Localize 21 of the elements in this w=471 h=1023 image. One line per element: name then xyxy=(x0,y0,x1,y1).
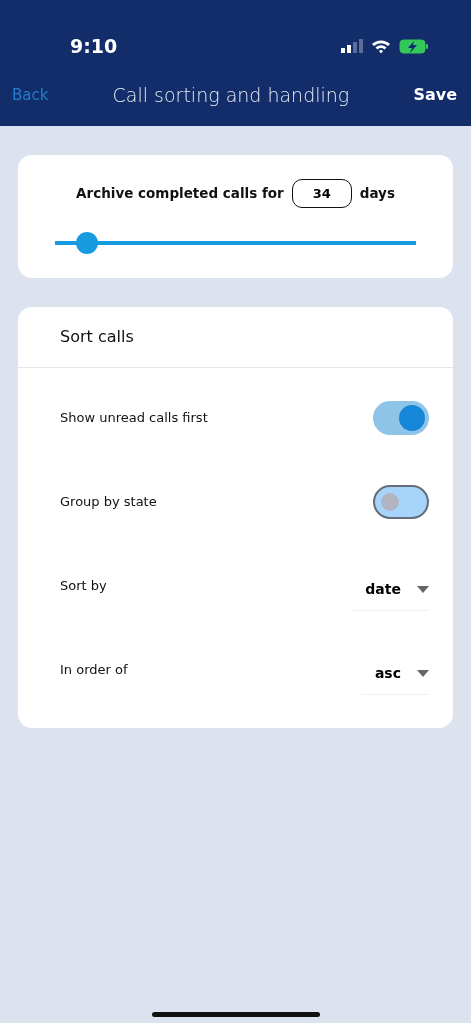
caret-icon xyxy=(417,670,429,677)
status-time: 9:10 xyxy=(70,33,118,59)
setting-label: In order of xyxy=(60,661,128,680)
archive-label: Archive completed calls for xyxy=(76,184,284,204)
wifi-icon xyxy=(371,38,391,54)
section-title: Sort calls xyxy=(18,307,453,368)
days-field[interactable]: 34 xyxy=(291,179,352,208)
save-button[interactable]: Save xyxy=(413,83,457,107)
select-dropdown[interactable]: asc xyxy=(360,659,429,695)
toggle-switch[interactable] xyxy=(373,485,429,519)
select-dropdown[interactable]: date xyxy=(351,575,429,611)
signal-icon xyxy=(341,39,363,53)
setting-label: Group by state xyxy=(60,493,157,512)
slider-thumb[interactable] xyxy=(76,232,99,254)
page-title: Call sorting and handling xyxy=(112,82,350,108)
toggle-switch[interactable] xyxy=(373,401,429,435)
caret-icon xyxy=(417,586,429,593)
battery-icon xyxy=(399,38,429,54)
days-label: days xyxy=(359,184,395,204)
setting-label: Sort by xyxy=(60,577,107,596)
setting-label: Show unread calls first xyxy=(60,409,208,428)
